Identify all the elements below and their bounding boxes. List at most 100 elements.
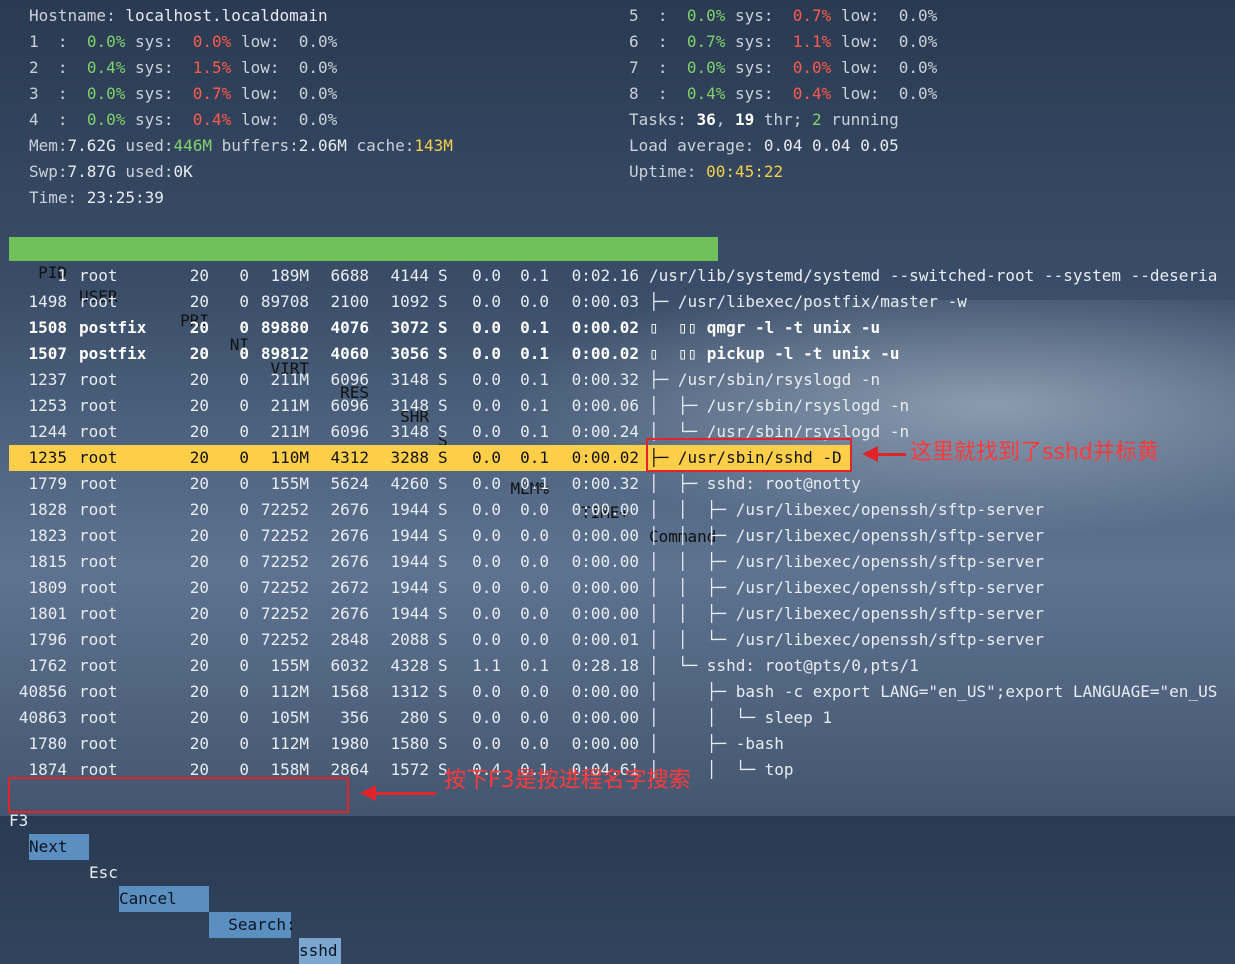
cell-mem: 0.0: [520, 630, 549, 649]
cell-ni: 0: [239, 526, 249, 545]
cpu-meter-4: 4 : 0.0% sys: 0.4% low: 0.0%: [29, 110, 338, 129]
cell-command: │ │ └─ /usr/libexec/openssh/sftp-server: [649, 630, 1044, 649]
cell-cpu: 0.0: [472, 318, 501, 337]
cell-pid: 1508: [28, 318, 67, 337]
swp-used: 0K: [173, 162, 193, 181]
cell-mem: 0.0: [520, 292, 549, 311]
process-row[interactable]: 1498 root 20 0 89708 2100 1092 S 0.0 0.0 0:00.03 ├─…: [0, 289, 1235, 315]
cell-res: 6096: [330, 396, 369, 415]
cell-time: 0:02.16: [571, 266, 639, 285]
tasks-label: Tasks:: [629, 110, 697, 129]
mem-used-label: used:: [115, 136, 174, 155]
uptime-meter: Uptime: 00:45:22: [629, 159, 783, 185]
cell-virt: 72252: [260, 500, 309, 519]
cell-cpu: 0.0: [472, 734, 501, 753]
cell-shr: 4260: [390, 474, 429, 493]
cpu-meter-8: 8 : 0.4% sys: 0.4% low: 0.0%: [629, 84, 938, 103]
process-row[interactable]: 1507 postfix 20 0 89812 4060 3056 S 0.0 0.1 0:00.0…: [0, 341, 1235, 367]
cell-res: 2676: [330, 526, 369, 545]
process-row[interactable]: 1780 root 20 0 112M 1980 1580 S 0.0 0.0 0:00.00 │ ├…: [0, 731, 1235, 757]
cell-shr: 1944: [390, 526, 429, 545]
cell-state: S: [438, 526, 448, 545]
cell-pid: 1237: [28, 370, 67, 389]
cell-virt: 155M: [270, 656, 309, 675]
cpu-meter-3: 3 : 0.0% sys: 0.7% low: 0.0%: [29, 84, 338, 103]
cpu-low: 0.0%: [298, 58, 338, 77]
cell-virt: 105M: [270, 708, 309, 727]
cell-cpu: 0.0: [472, 708, 501, 727]
cell-state: S: [438, 474, 448, 493]
cell-res: 2848: [330, 630, 369, 649]
process-row[interactable]: 40856 root 20 0 112M 1568 1312 S 0.0 0.0 0:00.00 │ …: [0, 679, 1235, 705]
cell-time: 0:00.00: [571, 500, 639, 519]
cell-user: root: [79, 526, 118, 545]
cell-ni: 0: [239, 604, 249, 623]
process-row[interactable]: 1779 root 20 0 155M 5624 4260 S 0.0 0.1 0:00.32 │ ├…: [0, 471, 1235, 497]
process-row[interactable]: 1828 root 20 0 72252 2676 1944 S 0.0 0.0 0:00.00 │ …: [0, 497, 1235, 523]
cell-res: 2676: [330, 552, 369, 571]
process-row[interactable]: 1823 root 20 0 72252 2676 1944 S 0.0 0.0 0:00.00 │ …: [0, 523, 1235, 549]
search-label: Search:: [209, 912, 296, 938]
process-row[interactable]: 40863 root 20 0 105M 356 280 S 0.0 0.0 0:00.00 │ │ …: [0, 705, 1235, 731]
cell-pid: 1815: [28, 552, 67, 571]
process-row[interactable]: 1796 root 20 0 72252 2848 2088 S 0.0 0.0 0:00.01 │ …: [0, 627, 1235, 653]
process-row[interactable]: 1762 root 20 0 155M 6032 4328 S 1.1 0.1 0:28.18 │ └…: [0, 653, 1235, 679]
cell-user: root: [79, 500, 118, 519]
hostname-meter: Hostname: localhost.localdomain: [29, 3, 328, 29]
cell-pid: 1828: [28, 500, 67, 519]
cell-command: │ │ ├─ /usr/libexec/openssh/sftp-server: [649, 578, 1044, 597]
cell-time: 0:00.00: [571, 708, 639, 727]
search-annotation-box: [8, 777, 349, 813]
cell-shr: 3148: [390, 370, 429, 389]
cell-shr: 4328: [390, 656, 429, 675]
cpu-sys: 0.4%: [792, 84, 832, 103]
cell-virt: 72252: [260, 552, 309, 571]
highlight-annotation-box: [646, 438, 852, 472]
cell-mem: 0.0: [520, 604, 549, 623]
cell-mem: 0.0: [520, 552, 549, 571]
running-label: running: [821, 110, 899, 129]
load-value: 0.04 0.04 0.05: [763, 136, 899, 155]
cpu-user: 0.0%: [686, 58, 726, 77]
cpu-sys: 1.5%: [192, 58, 232, 77]
cell-virt: 89708: [260, 292, 309, 311]
cell-pri: 20: [189, 344, 209, 363]
cpu-low: 0.0%: [898, 84, 938, 103]
cell-pid: 1235: [28, 448, 67, 467]
cell-command: │ └─ sshd: root@pts/0,pts/1: [649, 656, 919, 675]
process-row[interactable]: 1253 root 20 0 211M 6096 3148 S 0.0 0.1 0:00.06 │ ├…: [0, 393, 1235, 419]
cell-state: S: [438, 422, 448, 441]
search-input[interactable]: sshd: [299, 938, 341, 964]
cell-mem: 0.1: [520, 656, 549, 675]
cell-cpu: 0.0: [472, 578, 501, 597]
cell-virt: 110M: [270, 448, 309, 467]
process-row[interactable]: 1237 root 20 0 211M 6096 3148 S 0.0 0.1 0:00.32 ├─ …: [0, 367, 1235, 393]
cancel-button[interactable]: Cancel: [119, 886, 209, 912]
cell-shr: 280: [400, 708, 429, 727]
cell-pid: 1823: [28, 526, 67, 545]
cpu-low: 0.0%: [298, 84, 338, 103]
cell-user: root: [79, 682, 118, 701]
next-button[interactable]: Next: [29, 834, 89, 860]
esc-key[interactable]: Esc: [89, 860, 118, 886]
cell-user: root: [79, 708, 118, 727]
process-row[interactable]: 1508 postfix 20 0 89880 4076 3072 S 0.0 0.1 0:00.0…: [0, 315, 1235, 341]
process-row[interactable]: 1815 root 20 0 72252 2676 1944 S 0.0 0.0 0:00.00 │ …: [0, 549, 1235, 575]
process-row[interactable]: 1809 root 20 0 72252 2672 1944 S 0.0 0.0 0:00.00 │ …: [0, 575, 1235, 601]
process-row[interactable]: 1801 root 20 0 72252 2676 1944 S 0.0 0.0 0:00.00 │ …: [0, 601, 1235, 627]
cpu-sys: 0.0%: [792, 58, 832, 77]
cpu-sys: 0.0%: [192, 32, 232, 51]
cell-res: 1568: [330, 682, 369, 701]
load-label: Load average:: [629, 136, 764, 155]
process-row[interactable]: 1 root 20 0 189M 6688 4144 S 0.0 0.1 0:02.16/usr/l…: [0, 263, 1235, 289]
cell-shr: 1944: [390, 604, 429, 623]
cell-time: 0:00.32: [571, 474, 639, 493]
cpu-id: 2: [29, 58, 39, 77]
cell-pri: 20: [189, 552, 209, 571]
cell-pri: 20: [189, 474, 209, 493]
cell-user: root: [79, 630, 118, 649]
cell-user: root: [79, 266, 118, 285]
highlight-annotation-arrow: [862, 446, 906, 462]
cell-time: 0:00.00: [571, 604, 639, 623]
cell-pri: 20: [189, 448, 209, 467]
